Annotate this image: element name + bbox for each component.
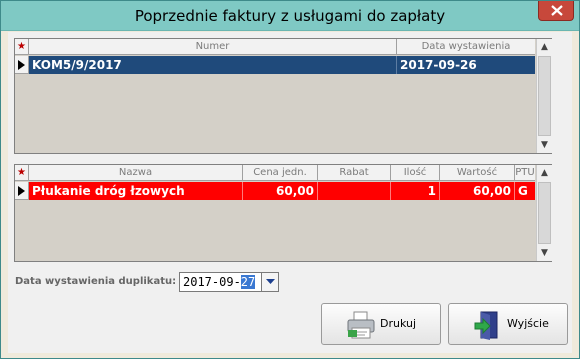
invoices-grid[interactable]: ★ Numer Data wystawienia KOM5/9/2017 201…	[14, 38, 552, 154]
close-icon	[551, 5, 563, 16]
cell-ptu: G	[518, 184, 528, 198]
table-row[interactable]: KOM5/9/2017 2017-09-26	[15, 56, 535, 74]
scroll-up-icon[interactable]: ▲	[537, 39, 552, 55]
column-data-wystawienia[interactable]: Data wystawienia	[397, 39, 535, 55]
required-star-icon: ★	[15, 39, 29, 55]
invoices-scrollbar[interactable]: ▲ ▼	[536, 39, 552, 153]
scroll-thumb[interactable]	[538, 56, 551, 136]
scroll-down-icon[interactable]: ▼	[537, 137, 552, 153]
exit-button[interactable]: Wyjście	[448, 303, 568, 345]
column-wartosc[interactable]: Wartość	[440, 165, 515, 181]
print-button[interactable]: Drukuj	[321, 303, 441, 345]
row-indicator	[15, 182, 29, 200]
table-row[interactable]: Płukanie dróg łzowych 60,00 1 60,00 G	[15, 182, 535, 200]
required-star-icon: ★	[15, 165, 29, 181]
column-rabat[interactable]: Rabat	[318, 165, 391, 181]
close-button[interactable]	[538, 1, 574, 21]
services-header: ★ Nazwa Cena jedn. Rabat Ilość Wartość P…	[15, 165, 535, 181]
duplicate-date-label: Data wystawienia duplikatu:	[15, 276, 177, 287]
printer-icon	[347, 311, 375, 339]
column-numer[interactable]: Numer	[29, 39, 397, 55]
services-grid[interactable]: ★ Nazwa Cena jedn. Rabat Ilość Wartość P…	[14, 164, 552, 262]
cell-wartosc: 60,00	[440, 182, 515, 200]
services-scrollbar[interactable]: ▲ ▼	[536, 165, 552, 261]
duplicate-date-picker[interactable]: 2017-09-27	[179, 272, 279, 292]
date-selected-part: 27	[240, 275, 256, 289]
exit-door-icon	[474, 311, 498, 340]
cell-ilosc: 1	[391, 182, 440, 200]
cell-data: 2017-09-26	[400, 58, 477, 72]
column-ilosc[interactable]: Ilość	[391, 165, 440, 181]
duplicate-date-value[interactable]: 2017-09-27	[183, 275, 256, 290]
exit-button-label: Wyjście	[507, 317, 549, 330]
date-text: 2017-09-	[183, 275, 241, 289]
dialog-window: Poprzednie faktury z usługami do zapłaty…	[0, 0, 580, 359]
chevron-down-icon	[266, 279, 275, 284]
dialog-body: ★ Numer Data wystawienia KOM5/9/2017 201…	[8, 32, 572, 353]
invoices-header: ★ Numer Data wystawienia	[15, 39, 535, 55]
current-row-icon	[18, 186, 25, 196]
column-nazwa[interactable]: Nazwa	[29, 165, 243, 181]
scroll-down-icon[interactable]: ▼	[537, 245, 552, 261]
current-row-icon	[18, 60, 25, 70]
scroll-up-icon[interactable]: ▲	[537, 165, 552, 181]
column-cena[interactable]: Cena jedn.	[243, 165, 318, 181]
cell-numer: KOM5/9/2017	[29, 56, 397, 74]
print-button-label: Drukuj	[380, 317, 417, 330]
scroll-thumb[interactable]	[538, 182, 551, 244]
cell-cena: 60,00	[243, 182, 318, 200]
cell-nazwa: Płukanie dróg łzowych	[29, 182, 243, 200]
cell-rabat	[318, 182, 391, 200]
date-dropdown-button[interactable]	[261, 273, 278, 291]
row-indicator	[15, 56, 29, 74]
title-bar: Poprzednie faktury z usługami do zapłaty	[1, 1, 579, 31]
column-ptu[interactable]: PTU	[515, 165, 535, 181]
window-title: Poprzednie faktury z usługami do zapłaty	[134, 7, 446, 25]
